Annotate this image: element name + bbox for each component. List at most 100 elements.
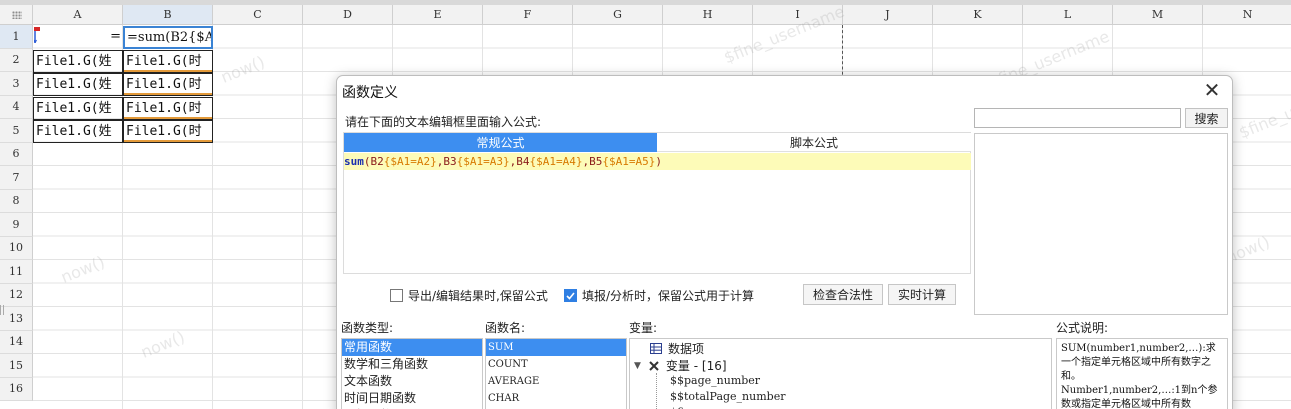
row-header[interactable]: 11 xyxy=(0,260,33,284)
resize-handle[interactable] xyxy=(0,305,4,315)
list-item[interactable]: 数学和三角函数 xyxy=(342,356,482,373)
list-item[interactable]: AVERAGE xyxy=(486,373,626,390)
variable-tree[interactable]: 数据项 ▼ 变量 - [16] $$page_number $$totalPage… xyxy=(629,338,1052,409)
tree-item-label: 数据项 xyxy=(668,342,705,356)
row-header[interactable]: 6 xyxy=(0,142,33,166)
cell-b4[interactable]: File1.G(时 xyxy=(123,96,213,120)
formula-editor[interactable]: 常规公式 脚本公式 sum(B2{$A1=A2},B3{$A1=A3},B4{$… xyxy=(343,132,971,274)
checkbox-unchecked[interactable] xyxy=(390,289,403,302)
cell-a5[interactable]: File1.G(姓 xyxy=(33,120,123,143)
list-item[interactable]: 常用函数 xyxy=(342,339,482,356)
cell-a1[interactable]: = xyxy=(33,26,123,49)
list-item[interactable]: COUNT xyxy=(486,356,626,373)
variable-label: 变量: xyxy=(629,321,658,335)
row-header[interactable]: 9 xyxy=(0,213,33,237)
cell-b2[interactable]: File1.G(时 xyxy=(123,49,213,73)
column-header[interactable]: D xyxy=(303,5,393,25)
row-header[interactable]: 15 xyxy=(0,354,33,378)
row-header[interactable]: 3 xyxy=(0,72,33,96)
column-header[interactable]: A xyxy=(33,5,123,25)
cell-text: File1.G(时 xyxy=(126,77,202,92)
formula-token: (B2 xyxy=(363,155,384,168)
row-header[interactable]: 5 xyxy=(0,119,33,143)
tree-item-label: 变量 - [16] xyxy=(665,359,727,373)
tab-regular-formula[interactable]: 常规公式 xyxy=(344,133,657,152)
formula-token: $A1=A4 xyxy=(536,155,576,168)
expand-marker xyxy=(124,140,212,142)
row-header[interactable]: 2 xyxy=(0,48,33,72)
chevron-down-icon: ▼ xyxy=(634,360,641,371)
cell-b3[interactable]: File1.G(时 xyxy=(123,73,213,96)
checkbox-checked[interactable] xyxy=(564,289,577,302)
cell-b5[interactable]: File1.G(时 xyxy=(123,120,213,143)
formula-function-token: sum xyxy=(344,155,364,168)
column-header[interactable]: G xyxy=(573,5,663,25)
tree-item-variable[interactable]: $$page_number xyxy=(670,374,760,387)
dialog-title: 函数定义 xyxy=(342,85,398,101)
formula-token: ,B4 xyxy=(509,155,530,168)
formula-token: } xyxy=(575,155,583,168)
tab-script-formula[interactable]: 脚本公式 xyxy=(657,133,971,152)
list-item[interactable]: CHAR xyxy=(486,390,626,407)
row-header[interactable]: 1 xyxy=(0,25,33,49)
formula-token: ,B5 xyxy=(582,155,603,168)
option-keep-formula-fill[interactable]: 填报/分析时，保留公式用于计算 xyxy=(564,287,754,304)
expand-marker xyxy=(124,93,212,95)
column-header[interactable]: J xyxy=(843,5,933,25)
table-icon xyxy=(650,343,662,354)
column-header[interactable]: B xyxy=(123,5,213,25)
option-keep-formula-export[interactable]: 导出/编辑结果时,保留公式 xyxy=(390,287,548,304)
list-item[interactable]: 文本函数 xyxy=(342,373,482,390)
option-label: 导出/编辑结果时,保留公式 xyxy=(408,289,548,303)
formula-token: ,B3 xyxy=(436,155,457,168)
column-header[interactable]: K xyxy=(933,5,1023,25)
row-header[interactable]: 7 xyxy=(0,166,33,190)
list-item[interactable]: SUM xyxy=(486,339,626,356)
cell-b1[interactable]: =sum(B2{$A1 xyxy=(123,26,213,49)
cell-a4[interactable]: File1.G(姓 xyxy=(33,96,123,120)
row-header[interactable]: 14 xyxy=(0,330,33,354)
close-icon[interactable]: ✕ xyxy=(1201,80,1223,102)
cell-text: File1.G(时 xyxy=(126,100,202,116)
formula-token: $A1=A5 xyxy=(609,155,649,168)
search-button[interactable]: 搜索 xyxy=(1185,108,1228,128)
row-header[interactable]: 10 xyxy=(0,236,33,260)
formula-text[interactable]: sum(B2{$A1=A2},B3{$A1=A3},B4{$A1=A4},B5{… xyxy=(344,153,971,170)
formula-token: ) xyxy=(655,155,662,168)
search-result-panel xyxy=(974,133,1228,315)
row-header[interactable]: 13 xyxy=(0,307,33,331)
tree-item-data[interactable]: 数据项 xyxy=(650,340,704,357)
column-header[interactable]: M xyxy=(1113,5,1203,25)
tree-item-variables[interactable]: ▼ 变量 - [16] xyxy=(634,357,727,374)
option-label: 填报/分析时，保留公式用于计算 xyxy=(582,289,755,303)
column-header[interactable]: F xyxy=(483,5,573,25)
cell-text: File1.G(时 xyxy=(126,124,202,139)
formula-token: $A1=A3 xyxy=(463,155,503,168)
cell-a2[interactable]: File1.G(姓 xyxy=(33,49,123,73)
column-header[interactable]: I xyxy=(753,5,843,25)
row-header[interactable]: 8 xyxy=(0,189,33,213)
check-validity-button[interactable]: 检查合法性 xyxy=(803,284,883,305)
select-all-corner[interactable] xyxy=(0,5,33,25)
row-header[interactable]: 16 xyxy=(0,377,33,401)
tree-item-variable[interactable]: $$totalPage_number xyxy=(670,390,785,403)
formula-description: SUM(number1,number2,…):求一个指定单元格区域中所有数字之和… xyxy=(1056,338,1228,409)
column-header[interactable]: C xyxy=(213,5,303,25)
column-header[interactable]: L xyxy=(1023,5,1113,25)
tree-guide xyxy=(656,373,657,409)
realtime-calc-button[interactable]: 实时计算 xyxy=(888,284,956,305)
function-search-input[interactable] xyxy=(974,108,1181,128)
column-header[interactable]: E xyxy=(393,5,483,25)
row-header[interactable]: 12 xyxy=(0,283,33,307)
editor-prompt: 请在下面的文本编辑框里面输入公式: xyxy=(345,115,542,129)
formula-token: } xyxy=(430,155,437,168)
func-name-list[interactable]: SUMCOUNTAVERAGECHARDATE xyxy=(485,338,627,409)
func-type-list[interactable]: 常用函数数学和三角函数文本函数时间日期函数逻辑函数 xyxy=(341,338,483,409)
row-header[interactable]: 4 xyxy=(0,95,33,119)
cell-a3[interactable]: File1.G(姓 xyxy=(33,73,123,96)
expand-marker xyxy=(124,116,212,119)
list-item[interactable]: 时间日期函数 xyxy=(342,390,482,407)
column-header[interactable]: H xyxy=(663,5,753,25)
column-header[interactable]: N xyxy=(1203,5,1291,25)
formula-token: $A1=A2 xyxy=(390,155,431,168)
